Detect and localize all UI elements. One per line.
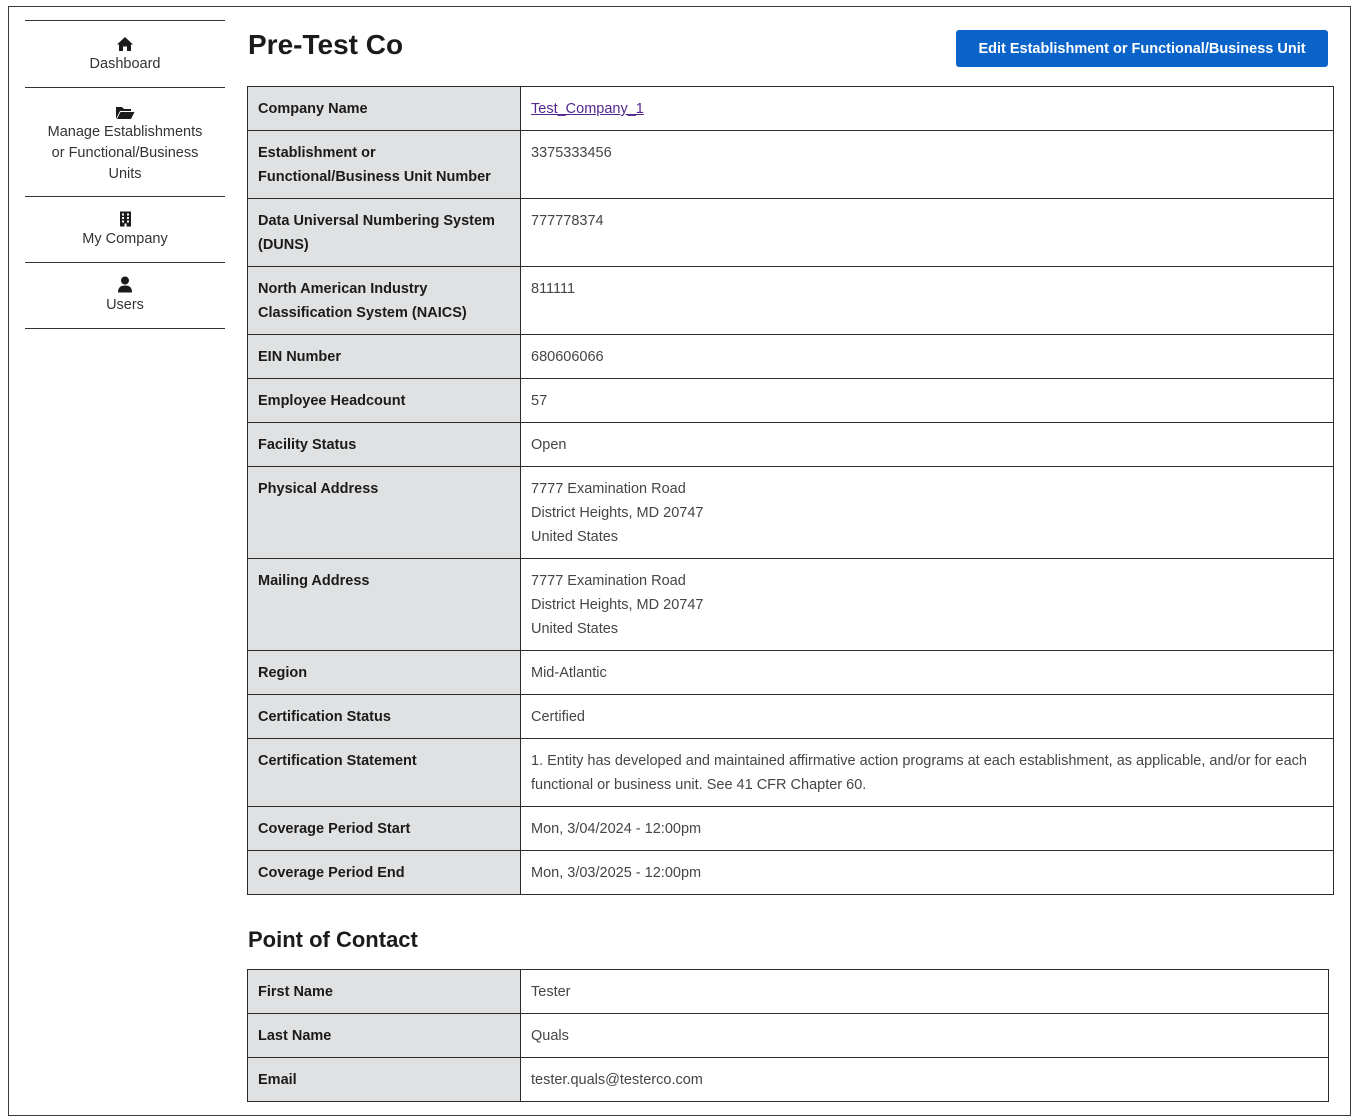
table-row: Coverage Period Start Mon, 3/04/2024 - 12… xyxy=(247,806,1334,851)
field-label: Employee Headcount xyxy=(247,378,521,423)
sidebar-item-label-line: Units xyxy=(108,165,142,182)
sidebar-item-my-company[interactable]: My Company xyxy=(25,197,225,263)
field-label: Establishment or Functional/Business Uni… xyxy=(247,130,521,199)
field-value: Mid-Atlantic xyxy=(520,650,1334,695)
table-row: Certification Status Certified xyxy=(247,694,1334,739)
page-title: Pre-Test Co xyxy=(248,29,404,60)
folder-open-icon xyxy=(115,102,135,120)
field-value: Tester xyxy=(520,969,1329,1014)
field-value: 680606066 xyxy=(520,334,1334,379)
field-label: First Name xyxy=(247,969,521,1014)
field-value: 3375333456 xyxy=(520,130,1334,199)
sidebar-item-label: Users xyxy=(106,297,144,313)
field-value: tester.quals@testerco.com xyxy=(520,1057,1329,1102)
point-of-contact-heading: Point of Contact xyxy=(248,927,418,952)
field-value: 811111 xyxy=(520,266,1334,335)
field-label: Coverage Period End xyxy=(247,850,521,895)
field-value: Mon, 3/04/2024 - 12:00pm xyxy=(520,806,1334,851)
field-value: Quals xyxy=(520,1013,1329,1058)
field-label: North American Industry Classification S… xyxy=(247,266,521,335)
company-details-table: Company Name Test_Company_1 Establishment … xyxy=(247,86,1334,895)
field-label: Certification Status xyxy=(247,694,521,739)
field-label: Company Name xyxy=(247,86,521,131)
address-line: United States xyxy=(531,529,619,545)
address-line: 7777 Examination Road xyxy=(531,481,686,497)
sidebar-item-label: Dashboard xyxy=(89,55,161,72)
edit-establishment-button[interactable]: Edit Establishment or Functional/Busines… xyxy=(956,30,1328,67)
table-row: Email tester.quals@testerco.com xyxy=(247,1057,1329,1102)
field-label: Region xyxy=(247,650,521,695)
field-value: Test_Company_1 xyxy=(520,86,1334,131)
field-label: EIN Number xyxy=(247,334,521,379)
table-row: Mailing Address 7777 Examination Road Dist… xyxy=(247,558,1334,651)
sidebar-item-label: My Company xyxy=(82,231,168,247)
field-value: 777778374 xyxy=(520,198,1334,267)
table-row: First Name Tester xyxy=(247,969,1329,1014)
sidebar-item-manage-establishments[interactable]: Manage Establishments or Functional/Busi… xyxy=(25,88,225,197)
field-value: 7777 Examination Road District Heights, M… xyxy=(520,466,1334,559)
table-row: Data Universal Numbering System (DUNS) 77… xyxy=(247,198,1334,267)
field-label: Coverage Period Start xyxy=(247,806,521,851)
home-icon xyxy=(116,34,134,52)
sidebar-item-label-line: Manage Establishments xyxy=(47,123,203,140)
table-row: Establishment or Functional/Business Uni… xyxy=(247,130,1334,199)
sidebar-item-dashboard[interactable]: Dashboard xyxy=(25,21,225,88)
user-icon xyxy=(117,275,133,293)
sidebar-nav: Dashboard Manage Establishments or Funct… xyxy=(25,20,225,329)
building-icon xyxy=(119,209,132,227)
table-row: Employee Headcount 57 xyxy=(247,378,1334,423)
field-label: Mailing Address xyxy=(247,558,521,651)
field-label: Physical Address xyxy=(247,466,521,559)
table-row: Coverage Period End Mon, 3/03/2025 - 12:0… xyxy=(247,850,1334,895)
address-line: District Heights, MD 20747 xyxy=(531,505,704,521)
field-label: Facility Status xyxy=(247,422,521,467)
address-line: United States xyxy=(531,621,619,637)
table-row: North American Industry Classification S… xyxy=(247,266,1334,335)
field-value: Certified xyxy=(520,694,1334,739)
address-line: 7777 Examination Road xyxy=(531,573,686,589)
table-row: Last Name Quals xyxy=(247,1013,1329,1058)
address-line: District Heights, MD 20747 xyxy=(531,597,704,613)
table-row: Company Name Test_Company_1 xyxy=(247,86,1334,131)
table-row: Facility Status Open xyxy=(247,422,1334,467)
company-name-link[interactable]: Test_Company_1 xyxy=(531,101,644,117)
field-label: Certification Statement xyxy=(247,738,521,807)
field-value: Mon, 3/03/2025 - 12:00pm xyxy=(520,850,1334,895)
field-label: Data Universal Numbering System (DUNS) xyxy=(247,198,521,267)
sidebar-item-label-line: or Functional/Business xyxy=(51,144,199,161)
sidebar-item-users[interactable]: Users xyxy=(25,263,225,329)
field-value: 57 xyxy=(520,378,1334,423)
contact-details-table: First Name Tester Last Name Quals Email teste… xyxy=(247,969,1329,1102)
table-row: EIN Number 680606066 xyxy=(247,334,1334,379)
field-label: Last Name xyxy=(247,1013,521,1058)
field-value: 1. Entity has developed and maintained a… xyxy=(520,738,1334,807)
table-row: Physical Address 7777 Examination Road Dis… xyxy=(247,466,1334,559)
field-value: Open xyxy=(520,422,1334,467)
field-value: 7777 Examination Road District Heights, M… xyxy=(520,558,1334,651)
table-row: Region Mid-Atlantic xyxy=(247,650,1334,695)
table-row: Certification Statement 1. Entity has dev… xyxy=(247,738,1334,807)
field-label: Email xyxy=(247,1057,521,1102)
